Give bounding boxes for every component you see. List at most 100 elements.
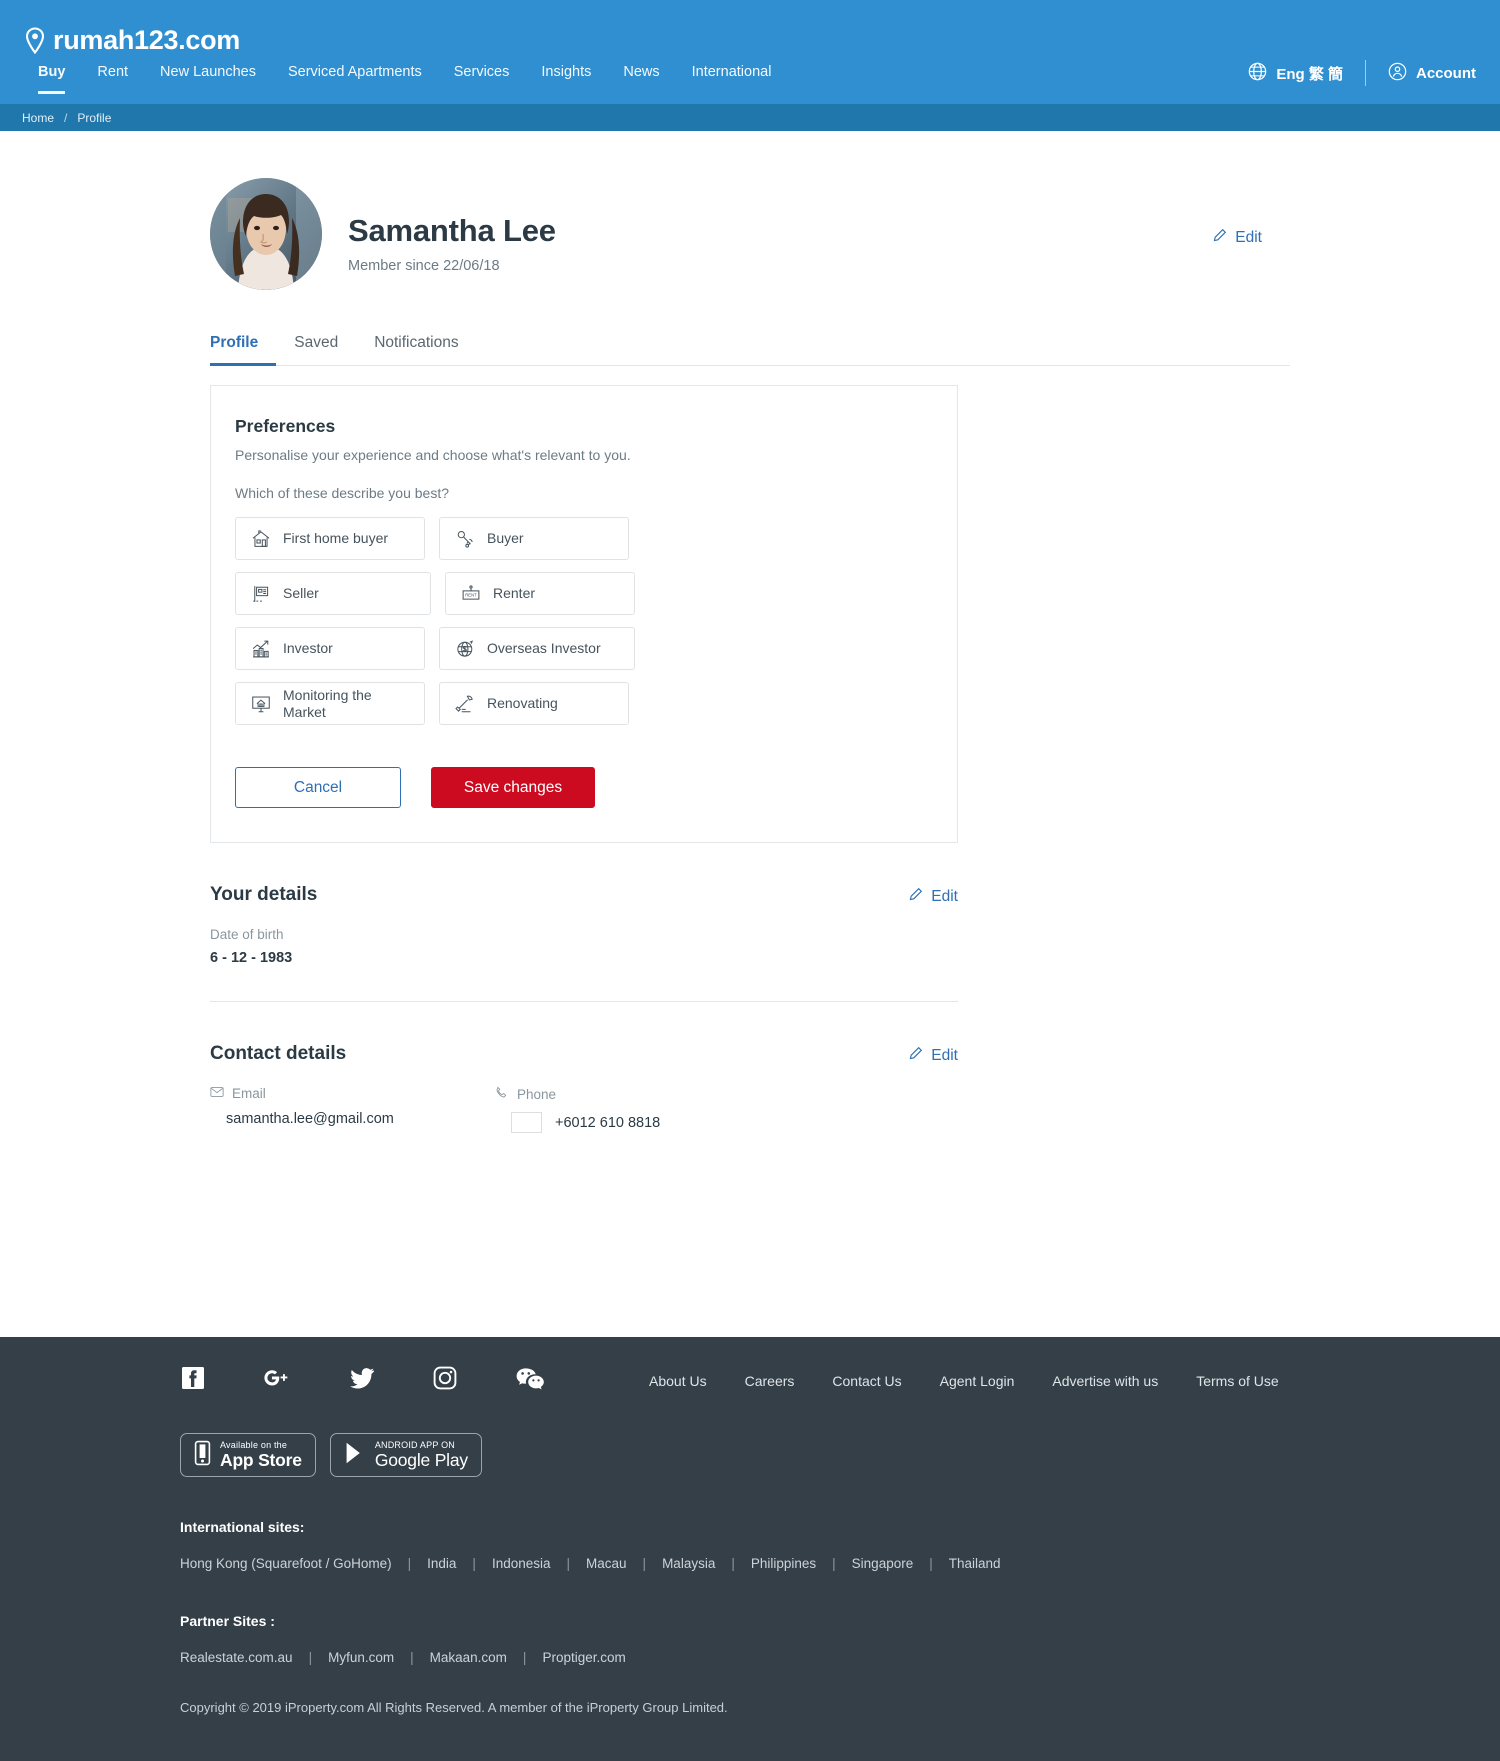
nav-item-serviced-apartments[interactable]: Serviced Apartments	[272, 64, 438, 94]
partner-site-myfun[interactable]: Myfun.com	[328, 1650, 394, 1665]
save-changes-button[interactable]: Save changes	[431, 767, 595, 808]
globe-icon	[1248, 62, 1267, 85]
international-site-malaysia[interactable]: Malaysia	[662, 1556, 715, 1571]
international-site-philippines[interactable]: Philippines	[751, 1556, 816, 1571]
google-play-icon	[344, 1441, 366, 1470]
globe-dollar-icon	[454, 638, 476, 660]
international-site-hong-kong[interactable]: Hong Kong (Squarefoot / GoHome)	[180, 1556, 392, 1571]
social-links	[180, 1365, 630, 1396]
edit-contact-details-button[interactable]: Edit	[908, 1046, 958, 1066]
footer-links: About Us Careers Contact Us Agent Login …	[630, 1373, 1298, 1389]
nav-item-news[interactable]: News	[607, 64, 675, 94]
preference-chip-buyer[interactable]: Buyer	[439, 517, 629, 560]
date-of-birth-label: Date of birth	[210, 927, 284, 942]
nav-item-rent[interactable]: Rent	[81, 64, 144, 94]
twitter-icon[interactable]	[348, 1365, 376, 1396]
facebook-icon[interactable]	[180, 1365, 206, 1396]
edit-profile-button[interactable]: Edit	[1212, 228, 1262, 248]
phone-icon	[495, 1086, 509, 1102]
google-play-badge[interactable]: ANDROID APP ON Google Play	[329, 1433, 482, 1477]
breadcrumb-separator: /	[64, 110, 68, 125]
preference-chip-first-home-buyer[interactable]: First home buyer	[235, 517, 425, 560]
preference-chip-monitoring-the-market[interactable]: Monitoring the Market	[235, 682, 425, 725]
footer-link-contact-us[interactable]: Contact Us	[813, 1373, 920, 1389]
site-footer: About Us Careers Contact Us Agent Login …	[0, 1337, 1500, 1761]
tab-saved[interactable]: Saved	[276, 334, 356, 365]
list-separator: |	[407, 1556, 412, 1571]
wechat-icon[interactable]	[514, 1365, 546, 1396]
international-sites-list: Hong Kong (Squarefoot / GoHome) | India …	[180, 1556, 1500, 1571]
edit-profile-label: Edit	[1235, 229, 1262, 246]
partner-sites-list: Realestate.com.au | Myfun.com | Makaan.c…	[180, 1650, 1500, 1665]
footer-link-advertise-with-us[interactable]: Advertise with us	[1033, 1373, 1177, 1389]
nav-item-new-launches[interactable]: New Launches	[144, 64, 272, 94]
pencil-icon	[908, 887, 923, 907]
list-separator: |	[731, 1556, 735, 1571]
nav-item-services[interactable]: Services	[438, 64, 526, 94]
preference-chip-investor[interactable]: Investor	[235, 627, 425, 670]
email-label: Email	[232, 1086, 266, 1101]
breadcrumb-bar: Home / Profile	[0, 104, 1500, 131]
email-column: Email samantha.lee@gmail.com	[210, 1065, 495, 1133]
partner-sites-heading: Partner Sites :	[180, 1613, 275, 1629]
page-content: Samantha Lee Member since 22/06/18 Edit …	[0, 131, 1500, 1337]
top-navigation-bar: rumah123.com Buy Rent New Launches Servi…	[0, 0, 1500, 104]
language-switcher[interactable]: Eng 繁 簡	[1248, 62, 1343, 85]
contact-grid: Email samantha.lee@gmail.com Phone +6012…	[210, 1065, 958, 1133]
partner-site-proptiger[interactable]: Proptiger.com	[542, 1650, 625, 1665]
user-circle-icon	[1388, 62, 1407, 85]
international-site-singapore[interactable]: Singapore	[852, 1556, 914, 1571]
preference-label: First home buyer	[283, 530, 389, 547]
preferences-actions: Cancel Save changes	[235, 767, 933, 808]
international-sites-heading: International sites:	[180, 1519, 305, 1535]
indonesia-flag	[511, 1112, 542, 1133]
international-site-macau[interactable]: Macau	[586, 1556, 627, 1571]
preference-chip-renovating[interactable]: Renovating	[439, 682, 629, 725]
list-separator: |	[522, 1650, 527, 1665]
nav-item-international[interactable]: International	[676, 64, 788, 94]
international-site-india[interactable]: India	[427, 1556, 456, 1571]
international-site-thailand[interactable]: Thailand	[949, 1556, 1001, 1571]
tab-profile[interactable]: Profile	[210, 334, 277, 366]
nav-item-insights[interactable]: Insights	[525, 64, 607, 94]
site-logo[interactable]: rumah123.com	[24, 25, 240, 56]
hammer-icon	[454, 693, 476, 715]
rent-sign-icon: RENT	[460, 583, 482, 605]
footer-link-careers[interactable]: Careers	[726, 1373, 814, 1389]
page-title: Samantha Lee	[348, 213, 556, 248]
avatar-image	[210, 178, 322, 290]
svg-text:RENT: RENT	[465, 592, 477, 597]
tab-notifications[interactable]: Notifications	[356, 334, 476, 365]
preference-chip-seller[interactable]: Seller	[235, 572, 431, 615]
instagram-icon[interactable]	[432, 1365, 458, 1396]
footer-link-about-us[interactable]: About Us	[630, 1373, 726, 1389]
preference-chip-renter[interactable]: RENT Renter	[445, 572, 635, 615]
edit-your-details-label: Edit	[931, 888, 958, 905]
edit-contact-details-label: Edit	[931, 1047, 958, 1064]
app-store-badge[interactable]: Available on the App Store	[180, 1433, 316, 1477]
envelope-icon	[210, 1086, 224, 1101]
email-value: samantha.lee@gmail.com	[226, 1111, 394, 1127]
cancel-button[interactable]: Cancel	[235, 767, 401, 808]
account-button[interactable]: Account	[1388, 62, 1476, 85]
edit-your-details-button[interactable]: Edit	[908, 887, 958, 907]
nav-item-buy[interactable]: Buy	[22, 64, 81, 94]
copyright-text: Copyright © 2019 iProperty.com All Right…	[180, 1700, 728, 1715]
google-plus-icon[interactable]	[262, 1365, 292, 1396]
app-store-badges: Available on the App Store ANDROID APP O…	[180, 1433, 1500, 1477]
breadcrumb-item-home[interactable]: Home	[22, 111, 54, 125]
house-icon	[250, 528, 272, 550]
preference-chip-overseas-investor[interactable]: Overseas Investor	[439, 627, 635, 670]
footer-link-terms-of-use[interactable]: Terms of Use	[1177, 1373, 1297, 1389]
partner-site-realestate[interactable]: Realestate.com.au	[180, 1650, 293, 1665]
international-site-indonesia[interactable]: Indonesia	[492, 1556, 551, 1571]
google-play-big-text: Google Play	[374, 1449, 468, 1470]
account-label: Account	[1416, 64, 1476, 82]
partner-site-makaan[interactable]: Makaan.com	[430, 1650, 507, 1665]
monitor-house-icon	[250, 693, 272, 715]
preference-label: Renovating	[487, 695, 558, 712]
list-separator: |	[566, 1556, 571, 1571]
phone-label: Phone	[517, 1086, 557, 1102]
list-separator: |	[642, 1556, 647, 1571]
footer-link-agent-login[interactable]: Agent Login	[921, 1373, 1034, 1389]
